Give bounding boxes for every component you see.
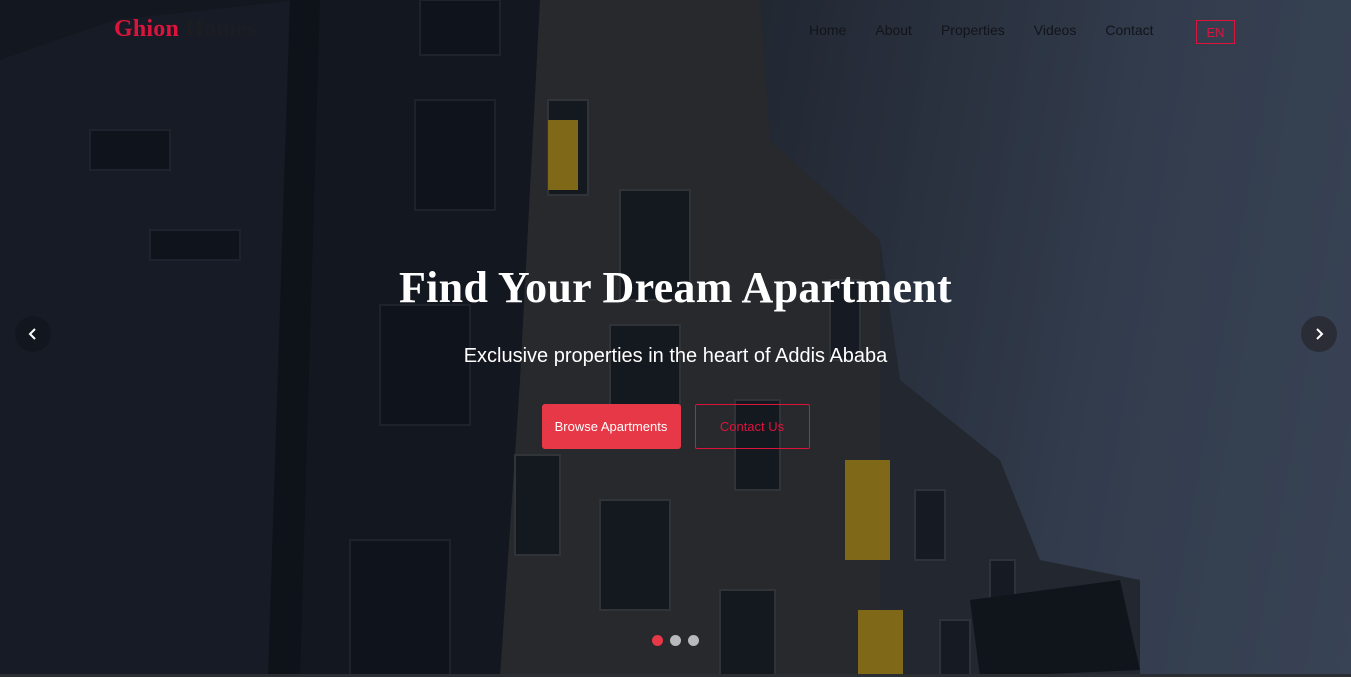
nav-item-home[interactable]: Home — [809, 22, 846, 38]
carousel-next-button[interactable] — [1301, 316, 1337, 352]
carousel-indicator-2[interactable] — [670, 635, 681, 646]
chevron-left-icon — [28, 328, 36, 340]
navbar: Ghion Homes Home About Properties Videos… — [0, 0, 1351, 64]
contact-us-button[interactable]: Contact Us — [694, 404, 810, 449]
nav-item-about[interactable]: About — [875, 22, 912, 38]
carousel-prev-button[interactable] — [15, 316, 51, 352]
browse-apartments-button[interactable]: Browse Apartments — [541, 404, 681, 449]
nav-item-properties[interactable]: Properties — [941, 22, 1005, 38]
nav-links: Home About Properties Videos Contact — [809, 22, 1183, 40]
nav-item-contact[interactable]: Contact — [1105, 22, 1153, 38]
carousel-indicators — [0, 635, 1351, 646]
hero-subtitle: Exclusive properties in the heart of Add… — [463, 345, 888, 367]
hero-buttons: Browse Apartments Contact Us — [0, 404, 1351, 449]
hero-section: Ghion Homes Home About Properties Videos… — [0, 0, 1351, 677]
nav-item-videos[interactable]: Videos — [1034, 22, 1077, 38]
carousel-indicator-1[interactable] — [652, 635, 663, 646]
chevron-right-icon — [1316, 328, 1324, 340]
brand-name-second: Homes — [185, 16, 257, 42]
brand-logo[interactable]: Ghion Homes — [114, 16, 257, 43]
language-selector[interactable]: EN — [1196, 20, 1235, 44]
carousel-indicator-3[interactable] — [688, 635, 699, 646]
hero-title: Find Your Dream Apartment — [398, 263, 952, 312]
hero-caption: Find Your Dream Apartment Exclusive prop… — [0, 262, 1351, 368]
brand-name-first: Ghion — [114, 16, 180, 42]
